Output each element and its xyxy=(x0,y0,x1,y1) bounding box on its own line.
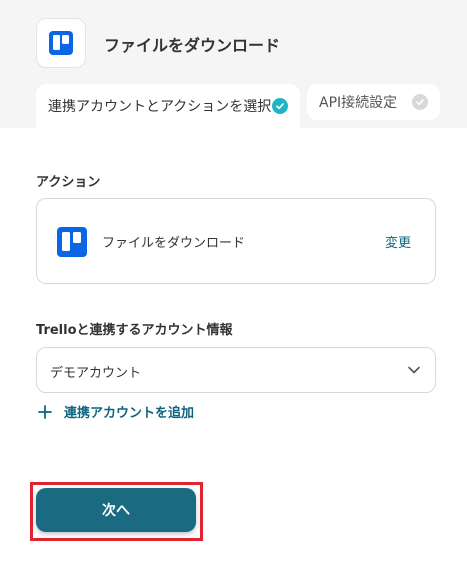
trello-icon xyxy=(49,31,73,55)
action-name: ファイルをダウンロード xyxy=(102,236,246,251)
plus-icon xyxy=(38,404,52,419)
account-section-label: Trelloと連携するアカウント情報 xyxy=(36,323,233,338)
account-select[interactable]: デモアカウント xyxy=(36,347,436,393)
chevron-down-icon xyxy=(408,366,420,374)
tab-api-settings[interactable]: API接続設定 xyxy=(307,84,440,120)
page-title: ファイルをダウンロード xyxy=(104,36,281,55)
trello-icon xyxy=(57,227,87,257)
tab-label: API接続設定 xyxy=(319,95,398,111)
tab-select-account-action[interactable]: 連携アカウントとアクションを選択 xyxy=(36,84,300,128)
add-account-link[interactable]: 連携アカウントを追加 xyxy=(38,402,194,421)
action-card: ファイルをダウンロード 変更 xyxy=(36,198,436,284)
check-icon xyxy=(412,94,428,110)
tab-label: 連携アカウントとアクションを選択 xyxy=(48,99,272,115)
next-button[interactable]: 次へ xyxy=(36,488,196,532)
app-icon-container xyxy=(36,18,86,68)
selected-account: デモアカウント xyxy=(50,366,142,381)
header-bar: ファイルをダウンロード 連携アカウントとアクションを選択 API接続設定 xyxy=(0,0,467,128)
action-section-label: アクション xyxy=(36,175,101,190)
change-action-link[interactable]: 変更 xyxy=(385,232,411,251)
add-account-label: 連携アカウントを追加 xyxy=(64,406,195,421)
check-icon xyxy=(272,98,288,114)
